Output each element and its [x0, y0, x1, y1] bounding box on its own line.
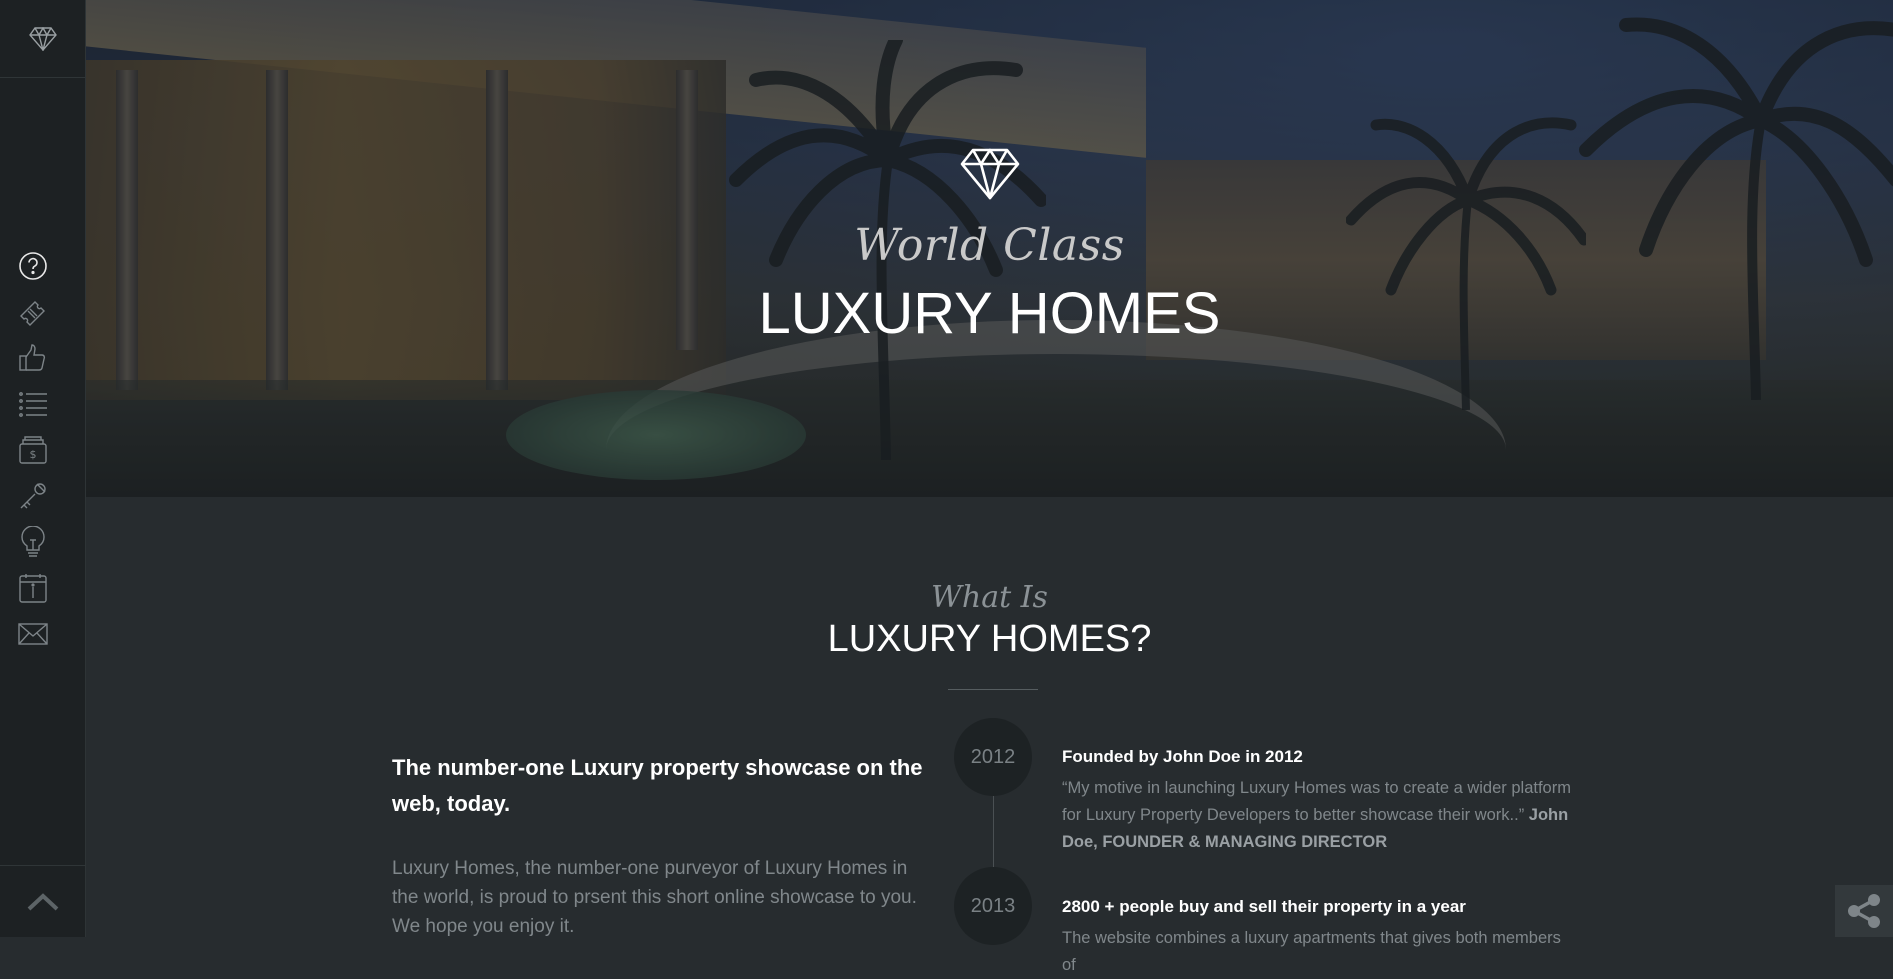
question-icon — [18, 251, 48, 281]
timeline-event-title: 2800 + people buy and sell their propert… — [1062, 897, 1466, 917]
nav-item-likes[interactable] — [0, 335, 66, 381]
chevron-up-icon — [26, 892, 60, 912]
timeline-year-badge: 2012 — [954, 718, 1032, 796]
scroll-to-top-button[interactable] — [0, 865, 86, 937]
about-section: What Is LUXURY HOMES? The number-one Lux… — [86, 497, 1893, 937]
timeline-year-badge: 2013 — [954, 867, 1032, 945]
nav-item-tools[interactable] — [0, 473, 66, 519]
thumbs-up-icon — [18, 343, 48, 373]
sidebar-nav: $ — [0, 243, 86, 657]
hero-content: World Class LUXURY HOMES — [86, 0, 1893, 497]
nav-item-tickets[interactable] — [0, 289, 66, 335]
timeline-event-text: “My motive in launching Luxury Homes was… — [1062, 775, 1577, 856]
envelope-icon — [18, 623, 48, 645]
sidebar-logo[interactable] — [0, 0, 85, 78]
share-icon — [1846, 893, 1882, 929]
nav-item-info[interactable] — [0, 565, 66, 611]
hero-banner: World Class LUXURY HOMES — [86, 0, 1893, 497]
timeline-event-text: The website combines a luxury apartments… — [1062, 925, 1577, 979]
info-calendar-icon — [19, 573, 47, 603]
nav-item-help[interactable] — [0, 243, 66, 289]
sidebar: $ — [0, 0, 86, 937]
diamond-icon — [960, 148, 1020, 200]
timeline-quote: “My motive in launching Luxury Homes was… — [1062, 779, 1571, 824]
timeline-event-title: Founded by John Doe in 2012 — [1062, 747, 1303, 767]
lightbulb-icon — [18, 526, 48, 558]
nav-item-contact[interactable] — [0, 611, 66, 657]
money-box-icon: $ — [18, 435, 48, 465]
key-icon — [18, 481, 48, 511]
list-icon — [18, 391, 48, 417]
ticket-icon — [18, 297, 48, 327]
section-heading: LUXURY HOMES? — [86, 618, 1893, 661]
section-kicker: What Is — [86, 580, 1893, 615]
nav-item-ideas[interactable] — [0, 519, 66, 565]
section-divider — [948, 689, 1038, 690]
share-button[interactable] — [1835, 885, 1893, 937]
about-lead: The number-one Luxury property showcase … — [392, 750, 932, 822]
nav-item-pricing[interactable]: $ — [0, 427, 66, 473]
hero-title: LUXURY HOMES — [86, 280, 1893, 347]
hero-subtitle: World Class — [86, 220, 1893, 271]
nav-item-list[interactable] — [0, 381, 66, 427]
about-body: Luxury Homes, the number-one purveyor of… — [392, 854, 932, 941]
svg-text:$: $ — [30, 448, 37, 461]
diamond-icon — [29, 27, 57, 51]
